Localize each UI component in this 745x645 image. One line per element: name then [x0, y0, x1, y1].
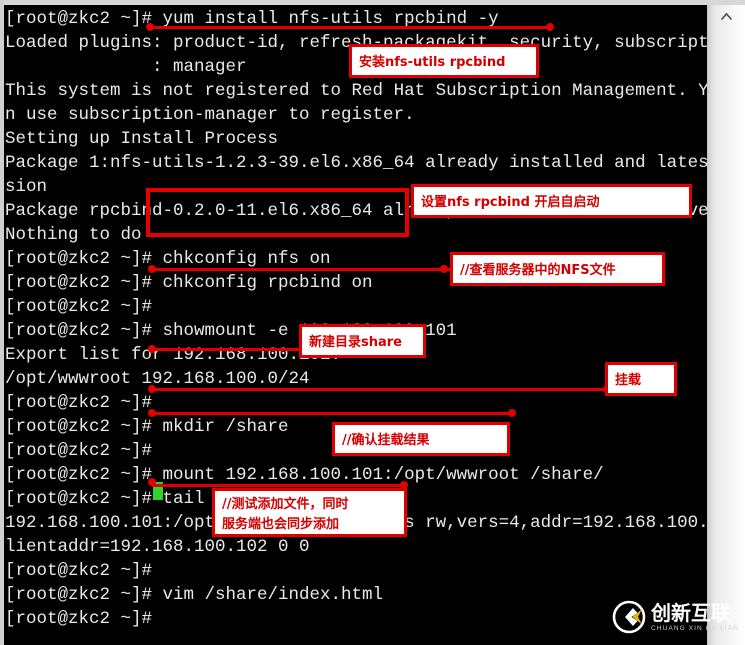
- terminal-line: Package 1:nfs-utils-1.2.3-39.el6.x86_64 …: [5, 153, 707, 173]
- leader-line: [150, 26, 550, 29]
- app-frame: [root@zkc2 ~]# yum install nfs-utils rpc…: [0, 0, 745, 645]
- vertical-scrollbar[interactable]: [707, 5, 745, 645]
- annotation-confirm-mount-result: //确认挂载结果: [332, 422, 510, 456]
- annotation-test-add-file: //测试添加文件，同时 服务端也会同步添加: [212, 488, 407, 537]
- annotation-create-share-dir: 新建目录share: [299, 324, 426, 358]
- terminal-line: Setting up Install Process: [5, 129, 279, 149]
- terminal-line: [root@zkc2 ~]# vim /share/index.html: [5, 585, 384, 605]
- leader-line: [152, 388, 607, 391]
- terminal-line-list: [root@zkc2 ~]# yum install nfs-utils rpc…: [4, 5, 707, 631]
- terminal-line: [root@zkc2 ~]#: [5, 561, 153, 581]
- terminal-line: This system is not registered to Red Hat…: [5, 81, 707, 101]
- scroll-up-button[interactable]: [707, 5, 745, 27]
- chevron-up-icon: [720, 12, 733, 21]
- scrollbar-track[interactable]: [707, 27, 745, 645]
- leader-line: [152, 412, 512, 415]
- terminal-line: n use subscription-manager to register.: [5, 105, 415, 125]
- leader-dot: [148, 409, 156, 417]
- annotation-install-packages: 安装nfs-utils rpcbind: [349, 44, 539, 78]
- leader-dot: [148, 385, 156, 393]
- annotation-enable-autostart: 设置nfs rpcbind 开启自启动: [411, 184, 692, 218]
- leader-line: [152, 484, 407, 487]
- terminal-line: [root@zkc2 ~]#: [5, 609, 153, 629]
- leader-dot: [146, 23, 154, 31]
- leader-dot: [148, 265, 156, 273]
- annotation-mount: 挂载: [605, 362, 677, 396]
- leader-dot: [440, 265, 448, 273]
- leader-dot: [148, 345, 156, 353]
- leader-line: [152, 268, 452, 271]
- leader-line: [152, 348, 302, 351]
- terminal-line: [root@zkc2 ~]#: [5, 297, 153, 317]
- leader-dot: [148, 478, 156, 486]
- leader-dot: [508, 409, 516, 417]
- leader-dot: [546, 23, 554, 31]
- highlight-box-chkconfig: [146, 188, 409, 237]
- terminal-line: lientaddr=192.168.100.102 0 0: [5, 537, 310, 557]
- annotation-view-server-nfs-files: //查看服务器中的NFS文件: [450, 252, 665, 286]
